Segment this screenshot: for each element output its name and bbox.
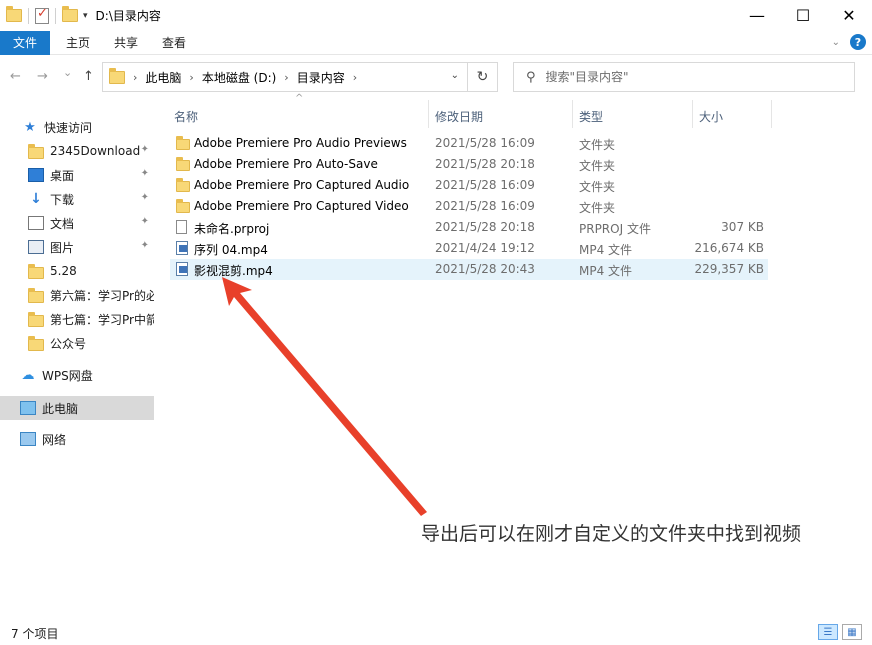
details-view-icon[interactable]: ☰ [818, 624, 838, 640]
annotation-arrow [222, 277, 427, 516]
annotation-text: 导出后可以在刚才自定义的文件夹中找到视频 [421, 523, 802, 545]
large-icons-view-icon[interactable]: ▦ [842, 624, 862, 640]
status-item-count: 7 个项目 [11, 627, 59, 641]
view-switcher: ☰ ▦ [814, 624, 862, 640]
arrow-shape [222, 277, 427, 516]
